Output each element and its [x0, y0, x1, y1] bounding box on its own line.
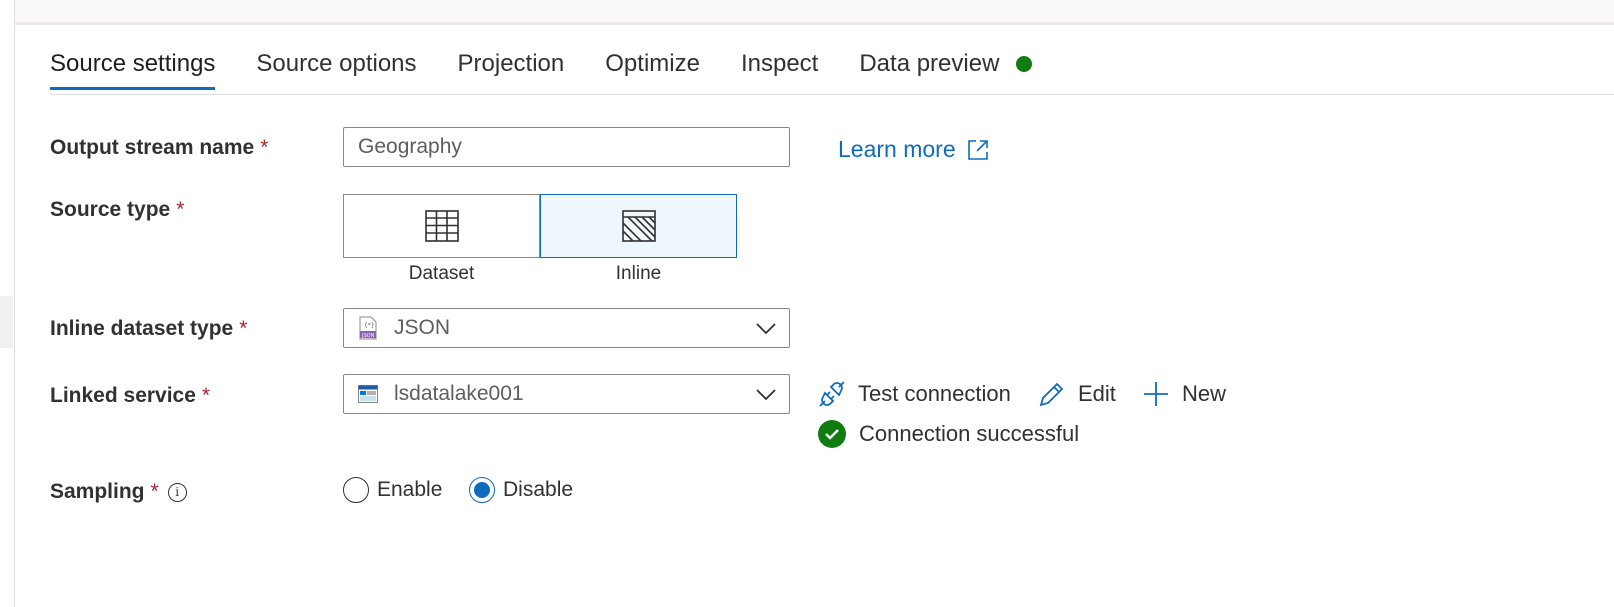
inline-dataset-type-value: JSON	[394, 316, 451, 339]
inline-caption: Inline	[615, 263, 662, 284]
source-type-inline-button[interactable]	[540, 194, 737, 258]
output-stream-value: Geography	[358, 135, 462, 158]
new-button[interactable]: New	[1142, 380, 1226, 408]
required-marker: *	[201, 384, 211, 407]
linked-service-value: lsdatalake001	[394, 382, 524, 405]
tab-inspect[interactable]: Inspect	[741, 44, 818, 90]
json-file-icon: {*} JSON	[359, 316, 377, 340]
table-icon	[424, 210, 459, 242]
radio-circle-checked	[469, 477, 495, 503]
dataset-caption: Dataset	[408, 263, 475, 284]
top-bar	[15, 0, 1614, 25]
chevron-down-icon	[756, 323, 776, 335]
sampling-disable-radio[interactable]: Disable	[469, 477, 573, 503]
storage-icon	[358, 385, 378, 403]
learn-more-link[interactable]: Learn more	[838, 136, 990, 163]
tab-projection[interactable]: Projection	[458, 44, 565, 90]
info-icon[interactable]: i	[167, 482, 187, 502]
linked-service-label: Linked service *	[50, 384, 211, 407]
radio-circle	[343, 477, 369, 503]
plus-icon	[1144, 382, 1168, 406]
required-marker: *	[260, 136, 269, 159]
source-type-label: Source type *	[50, 198, 185, 221]
left-collapse-handle[interactable]	[0, 296, 13, 348]
plug-icon	[819, 381, 845, 407]
source-type-dataset-button[interactable]	[343, 194, 540, 258]
required-marker: *	[176, 198, 185, 221]
settings-tabs: Source settings Source options Projectio…	[50, 44, 1073, 90]
required-marker: *	[239, 317, 248, 340]
edit-button[interactable]: Edit	[1038, 380, 1116, 408]
connection-status: Connection successful	[818, 420, 1079, 448]
inline-dataset-type-label: Inline dataset type *	[50, 317, 248, 340]
external-link-icon	[967, 139, 988, 160]
output-stream-label: Output stream name *	[50, 136, 269, 159]
check-circle-icon	[818, 420, 846, 448]
pencil-icon	[1039, 382, 1064, 407]
output-stream-name-input[interactable]: Geography	[343, 127, 790, 167]
tab-divider	[50, 94, 1614, 95]
chevron-down-icon	[756, 389, 776, 401]
sampling-enable-radio[interactable]: Enable	[343, 477, 442, 503]
tab-data-preview[interactable]: Data preview	[859, 44, 1033, 90]
svg-text:{*}: {*}	[364, 322, 375, 329]
status-dot-icon	[1016, 56, 1033, 72]
linked-service-dropdown[interactable]: lsdatalake001	[343, 374, 790, 414]
inline-hatch-icon	[621, 210, 656, 242]
svg-text:JSON: JSON	[361, 333, 375, 339]
sampling-label: Sampling * i	[50, 480, 187, 504]
tab-source-settings[interactable]: Source settings	[50, 44, 216, 90]
tab-source-options[interactable]: Source options	[256, 44, 416, 90]
tab-optimize[interactable]: Optimize	[605, 44, 700, 90]
test-connection-button[interactable]: Test connection	[818, 380, 1011, 408]
required-marker: *	[150, 480, 159, 503]
inline-dataset-type-dropdown[interactable]: {*} JSON JSON	[343, 308, 790, 348]
